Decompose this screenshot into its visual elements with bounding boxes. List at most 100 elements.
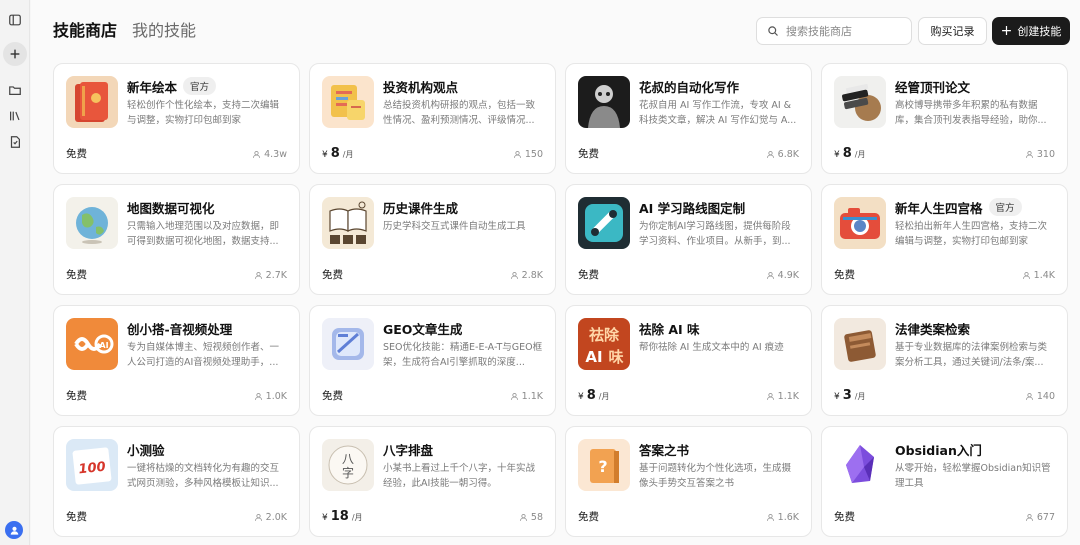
skill-price: 免费 bbox=[322, 388, 343, 403]
sidebar-toggle-icon[interactable] bbox=[3, 8, 27, 32]
svg-text:AI: AI bbox=[585, 348, 602, 366]
skill-title: 经管顶刊论文 bbox=[895, 79, 971, 95]
user-count-icon bbox=[1022, 271, 1030, 279]
card-title-row: AI 学习路线图定制 bbox=[639, 197, 801, 217]
skill-card[interactable]: 地图数据可视化 只需输入地理范围以及对应数据，即可得到数据可视化地图，数据支持.… bbox=[53, 184, 300, 295]
currency-symbol: ¥ bbox=[834, 150, 840, 160]
skill-title: 创小搭-音视频处理 bbox=[127, 321, 233, 337]
skill-card[interactable]: 花叔的自动化写作 花叔自用 AI 写作工作流，专攻 AI & 科技类文章，解决 … bbox=[565, 63, 812, 174]
price-free: 免费 bbox=[578, 148, 599, 160]
skill-card[interactable]: 八字 八字排盘 小某书上看过上千个八字，十年实战经验，此AI技能一朝习得。 ¥1… bbox=[309, 426, 556, 537]
new-chat-button[interactable] bbox=[3, 42, 27, 66]
official-badge: 官方 bbox=[183, 77, 217, 95]
search-input[interactable] bbox=[786, 24, 906, 38]
price-free: 免费 bbox=[322, 269, 343, 281]
main-content: 技能商店 我的技能 购买记录 + 创建技能 新年绘本 官方 轻松创作个性化绘本，… bbox=[31, 0, 1080, 545]
left-rail bbox=[0, 0, 30, 545]
skill-card[interactable]: 新年绘本 官方 轻松创作个性化绘本，支持二次编辑与调整，实物打印包邮到家 免费 … bbox=[53, 63, 300, 174]
user-count: 150 bbox=[513, 149, 543, 160]
skill-description: 为你定制AI学习路线图，提供每阶段学习资料、作业项目。从新手，到... bbox=[639, 221, 791, 247]
currency-symbol: ¥ bbox=[322, 513, 328, 523]
tab-skill-store[interactable]: 技能商店 bbox=[53, 20, 117, 42]
skill-card[interactable]: 新年人生四宫格 官方 轻松拍出新年人生四宫格，支持二次编辑与调整，实物打印包邮到… bbox=[821, 184, 1068, 295]
skill-card[interactable]: AI 学习路线图定制 为你定制AI学习路线图，提供每阶段学习资料、作业项目。从新… bbox=[565, 184, 812, 295]
skill-title: AI 学习路线图定制 bbox=[639, 200, 746, 216]
skill-card[interactable]: 历史课件生成 历史学科交互式课件自动生成工具 免费 2.8K bbox=[309, 184, 556, 295]
card-title-row: 创小搭-音视频处理 bbox=[127, 318, 289, 338]
user-count-icon bbox=[766, 513, 774, 521]
skill-card[interactable]: 投资机构观点 总结投资机构研报的观点，包括一致性情况、盈利预测情况、评级情况..… bbox=[309, 63, 556, 174]
skill-card[interactable]: ? 答案之书 基于问题转化为个性化选项，生成摄像头手势交互答案之书 免费 1.6… bbox=[565, 426, 812, 537]
skill-price: 免费 bbox=[578, 146, 599, 161]
skill-description: 一键将枯燥的文档转化为有趣的交互式网页测验，多种风格模板让知识... bbox=[127, 463, 280, 489]
user-count: 2.8K bbox=[510, 270, 543, 281]
price-amount: 8 bbox=[842, 146, 852, 161]
skill-description: 只需输入地理范围以及对应数据，即可得到数据可视化地图，数据支持... bbox=[127, 221, 280, 247]
folder-icon[interactable] bbox=[3, 78, 27, 102]
card-title-row: 花叔的自动化写作 bbox=[639, 76, 801, 96]
create-skill-label: 创建技能 bbox=[1017, 25, 1062, 38]
card-title-row: 祛除 AI 味 bbox=[639, 318, 801, 338]
card-title-row: 历史课件生成 bbox=[383, 197, 545, 217]
user-count: 140 bbox=[1025, 391, 1055, 402]
user-count-icon bbox=[766, 392, 774, 400]
skill-description: 帮你祛除 AI 生成文本中的 AI 痕迹 bbox=[639, 342, 784, 353]
law-book-thumbnail bbox=[834, 318, 886, 370]
portrait-thumbnail bbox=[578, 76, 630, 128]
user-count: 2.7K bbox=[254, 270, 287, 281]
price-amount: 18 bbox=[330, 509, 349, 524]
user-count-value: 4.9K bbox=[777, 270, 799, 281]
skill-card[interactable]: Obsidian入门 从零开始，轻松掌握Obsidian知识管理工具 免费 67… bbox=[821, 426, 1068, 537]
price-free: 免费 bbox=[322, 390, 343, 402]
skill-description: SEO优化技能：精通E-E-A-T与GEO框架，生成符合AI引擎抓取的深度... bbox=[383, 342, 543, 368]
svg-text:祛除: 祛除 bbox=[589, 326, 620, 344]
card-title-row: 小测验 bbox=[127, 439, 289, 459]
user-count-icon bbox=[1025, 150, 1033, 158]
price-free: 免费 bbox=[578, 511, 599, 523]
skill-description: 专为自媒体博主、短视频创作者、一人公司打造的AI音视频处理助手，... bbox=[127, 342, 280, 368]
user-count: 1.1K bbox=[510, 391, 543, 402]
skill-price: 免费 bbox=[66, 388, 87, 403]
purchase-history-button[interactable]: 购买记录 bbox=[918, 17, 987, 45]
official-badge: 官方 bbox=[988, 198, 1022, 216]
skill-card[interactable]: AI 创小搭-音视频处理 专为自媒体博主、短视频创作者、一人公司打造的AI音视频… bbox=[53, 305, 300, 416]
price-free: 免费 bbox=[66, 269, 87, 281]
card-title-row: Obsidian入门 bbox=[895, 439, 1057, 459]
skill-card[interactable]: GEO文章生成 SEO优化技能：精通E-E-A-T与GEO框架，生成符合AI引擎… bbox=[309, 305, 556, 416]
skill-price: 免费 bbox=[834, 509, 855, 524]
price-period: /月 bbox=[342, 150, 354, 159]
library-icon[interactable] bbox=[3, 104, 27, 128]
user-count-icon bbox=[510, 271, 518, 279]
user-count-value: 4.3w bbox=[264, 149, 287, 160]
user-count-value: 310 bbox=[1036, 149, 1055, 160]
card-title-row: GEO文章生成 bbox=[383, 318, 545, 338]
search-box[interactable] bbox=[756, 17, 912, 45]
skill-card[interactable]: 法律类案检索 基于专业数据库的法律案例检索与类案分析工具，通过关键词/法条/案.… bbox=[821, 305, 1068, 416]
skill-price: ¥18/月 bbox=[322, 509, 363, 524]
skill-description: 基于问题转化为个性化选项，生成摄像头手势交互答案之书 bbox=[639, 463, 792, 489]
notes-thumbnail bbox=[322, 76, 374, 128]
skill-description: 花叔自用 AI 写作工作流，专攻 AI & 科技类文章，解决 AI 写作幻觉与 … bbox=[639, 100, 797, 126]
skill-grid: 新年绘本 官方 轻松创作个性化绘本，支持二次编辑与调整，实物打印包邮到家 免费 … bbox=[53, 63, 1071, 537]
obsidian-thumbnail bbox=[834, 439, 886, 491]
search-icon bbox=[768, 26, 778, 36]
create-skill-button[interactable]: + 创建技能 bbox=[992, 17, 1070, 45]
svg-text:八: 八 bbox=[342, 452, 354, 466]
skill-card[interactable]: 经管顶刊论文 高校博导携带多年积累的私有数据库，集合顶刊发表指导经验，助你...… bbox=[821, 63, 1068, 174]
avatar[interactable] bbox=[5, 521, 23, 539]
user-count: 4.9K bbox=[766, 270, 799, 281]
skill-price: ¥8/月 bbox=[578, 388, 609, 403]
skill-title: Obsidian入门 bbox=[895, 442, 982, 458]
currency-symbol: ¥ bbox=[322, 150, 328, 160]
user-count-icon bbox=[513, 150, 521, 158]
skill-card[interactable]: 祛除 AI 味 祛除 AI 味 帮你祛除 AI 生成文本中的 AI 痕迹 ¥8/月 … bbox=[565, 305, 812, 416]
user-count: 677 bbox=[1025, 512, 1055, 523]
user-count-value: 677 bbox=[1036, 512, 1055, 523]
user-count: 4.3w bbox=[252, 149, 287, 160]
skill-card[interactable]: 100 小测验 一键将枯燥的文档转化为有趣的交互式网页测验，多种风格模板让知识.… bbox=[53, 426, 300, 537]
user-count-value: 58 bbox=[530, 512, 543, 523]
user-count-value: 2.7K bbox=[265, 270, 287, 281]
skills-icon[interactable] bbox=[3, 130, 27, 154]
tab-my-skills[interactable]: 我的技能 bbox=[132, 20, 196, 42]
skill-title: 历史课件生成 bbox=[383, 200, 459, 216]
